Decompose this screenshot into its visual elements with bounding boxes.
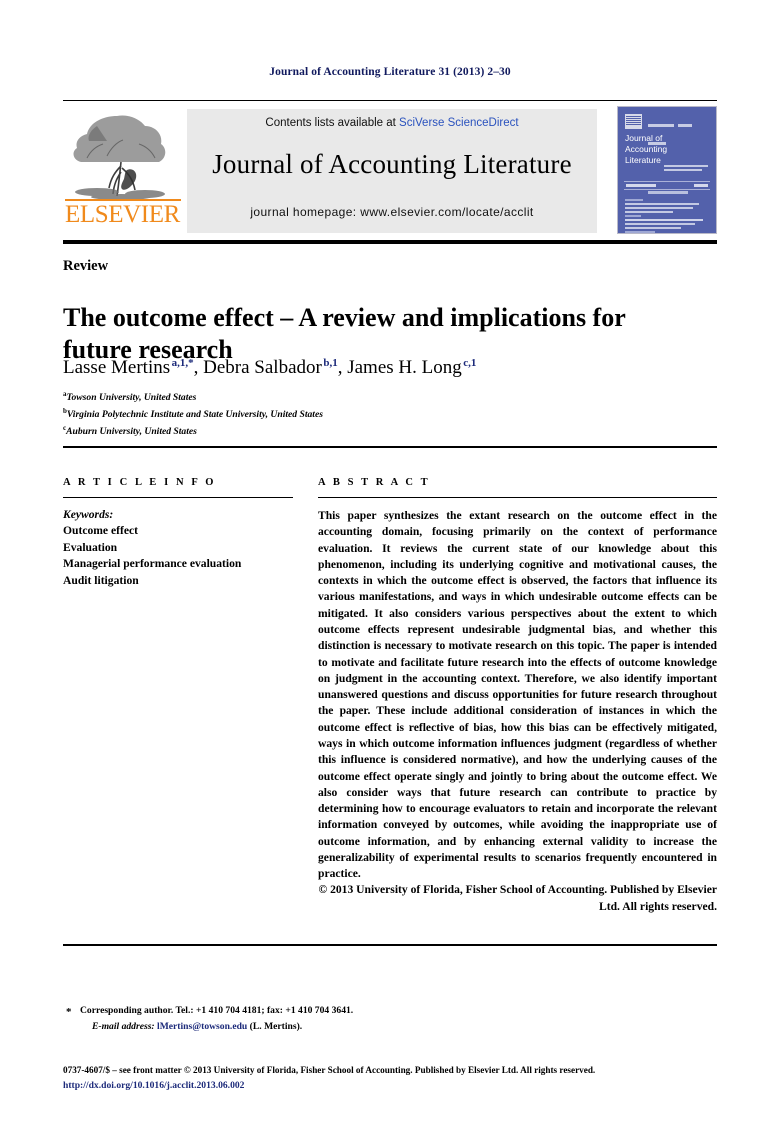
email-link[interactable]: lMertins@towson.edu xyxy=(157,1021,247,1032)
affiliation-item: cAuburn University, United States xyxy=(63,423,703,440)
abstract-rule xyxy=(318,497,717,498)
affiliation-item: aTowson University, United States xyxy=(63,389,703,406)
elsevier-logo: ELSEVIER xyxy=(63,104,183,234)
cover-title-line-2: Accounting xyxy=(625,144,668,155)
elsevier-tree-icon xyxy=(67,108,179,200)
journal-article-page: Journal of Accounting Literature 31 (201… xyxy=(0,0,780,1134)
affiliation-item: bVirginia Polytechnic Institute and Stat… xyxy=(63,406,703,423)
email-owner: (L. Mertins). xyxy=(249,1020,303,1032)
cover-volume-bar xyxy=(624,181,710,190)
abstract-text: This paper synthesizes the extant resear… xyxy=(318,509,717,881)
author-marks[interactable]: b,1 xyxy=(322,357,337,369)
keywords-label: Keywords: xyxy=(63,508,114,521)
affiliation-text: Towson University, United States xyxy=(66,392,197,404)
masthead-top-rule xyxy=(63,100,717,101)
article-info-column: A R T I C L E I N F O Keywords: Outcome … xyxy=(63,477,293,589)
footnote-block: * Corresponding author. Tel.: +1 410 704… xyxy=(66,1003,640,1035)
front-matter-block: 0737-4607/$ – see front matter © 2013 Un… xyxy=(63,1063,723,1094)
journal-homepage-link[interactable]: journal homepage: www.elsevier.com/locat… xyxy=(187,205,597,219)
contents-panel: Contents lists available at SciVerse Sci… xyxy=(187,109,597,233)
author-name: James H. Long xyxy=(347,357,462,379)
contents-prefix-text: Contents lists available at xyxy=(265,117,400,129)
author-name: Debra Salbador xyxy=(203,357,322,379)
article-info-top-rule xyxy=(63,446,717,448)
author-name: Lasse Mertins xyxy=(63,357,171,379)
author-list: Lasse Mertins a,1,*, Debra Salbador b,1, J… xyxy=(63,357,703,379)
author-entry: Debra Salbador b,1, xyxy=(203,357,347,378)
article-type-label: Review xyxy=(63,258,109,274)
affiliation-text: Auburn University, United States xyxy=(66,425,197,437)
keyword-item: Evaluation xyxy=(63,540,118,554)
sciencedirect-link[interactable]: SciVerse ScienceDirect xyxy=(399,117,519,129)
masthead-bottom-rule xyxy=(63,240,717,244)
cover-contents-block-2 xyxy=(625,215,709,231)
article-info-heading: A R T I C L E I N F O xyxy=(63,477,217,488)
journal-cover-thumbnail[interactable]: Journal of Accounting Literature xyxy=(617,106,717,234)
corresponding-author-text: Corresponding author. Tel.: +1 410 704 4… xyxy=(80,1005,354,1016)
journal-masthead: ELSEVIER Contents lists available at Sci… xyxy=(63,104,717,234)
author-separator: , xyxy=(337,357,348,379)
author-marks[interactable]: c,1 xyxy=(462,357,476,369)
cover-emblem-lines xyxy=(626,116,641,127)
affiliation-list: aTowson University, United States bVirgi… xyxy=(63,389,703,439)
affiliation-text: Virginia Polytechnic Institute and State… xyxy=(66,408,323,420)
cover-contents-block-1 xyxy=(625,199,709,215)
running-head: Journal of Accounting Literature 31 (201… xyxy=(269,66,511,78)
cover-title: Journal of Accounting Literature xyxy=(625,133,697,167)
cover-top-meta xyxy=(648,116,710,145)
cover-title-line-1: Journal of xyxy=(625,133,663,143)
footnote-separator-rule xyxy=(63,944,717,946)
author-separator: , xyxy=(193,357,204,379)
abstract-copyright: © 2013 University of Florida, Fisher Sch… xyxy=(318,883,717,913)
cover-subtitle-lines xyxy=(664,165,710,173)
author-marks[interactable]: a,1,* xyxy=(170,357,194,369)
author-entry: Lasse Mertins a,1,*, xyxy=(63,357,203,378)
corresponding-author-note: * Corresponding author. Tel.: +1 410 704… xyxy=(66,1003,640,1019)
keywords-block: Keywords: Outcome effect Evaluation Mana… xyxy=(63,507,293,589)
author-entry: James H. Long c,1 xyxy=(347,357,476,378)
cover-center-mark xyxy=(648,191,688,194)
front-matter-line: 0737-4607/$ – see front matter © 2013 Un… xyxy=(63,1065,596,1075)
keyword-item: Outcome effect xyxy=(63,524,138,538)
journal-title: Journal of Accounting Literature xyxy=(212,149,572,179)
keyword-item: Managerial performance evaluation xyxy=(63,557,242,571)
article-info-rule xyxy=(63,497,293,498)
doi-link[interactable]: http://dx.doi.org/10.1016/j.acclit.2013.… xyxy=(63,1078,723,1094)
elsevier-wordmark: ELSEVIER xyxy=(65,201,180,228)
email-note: E-mail address: lMertins@towson.edu (L. … xyxy=(80,1019,640,1035)
abstract-heading: A B S T R A C T xyxy=(318,477,431,488)
asterisk-icon: * xyxy=(66,1006,72,1018)
cover-contents-block-3 xyxy=(625,231,709,233)
abstract-column: A B S T R A C T This paper synthesizes t… xyxy=(318,477,717,915)
email-label: E-mail address: xyxy=(92,1020,155,1032)
keyword-item: Audit litigation xyxy=(63,573,139,587)
contents-available-line: Contents lists available at SciVerse Sci… xyxy=(187,117,597,129)
